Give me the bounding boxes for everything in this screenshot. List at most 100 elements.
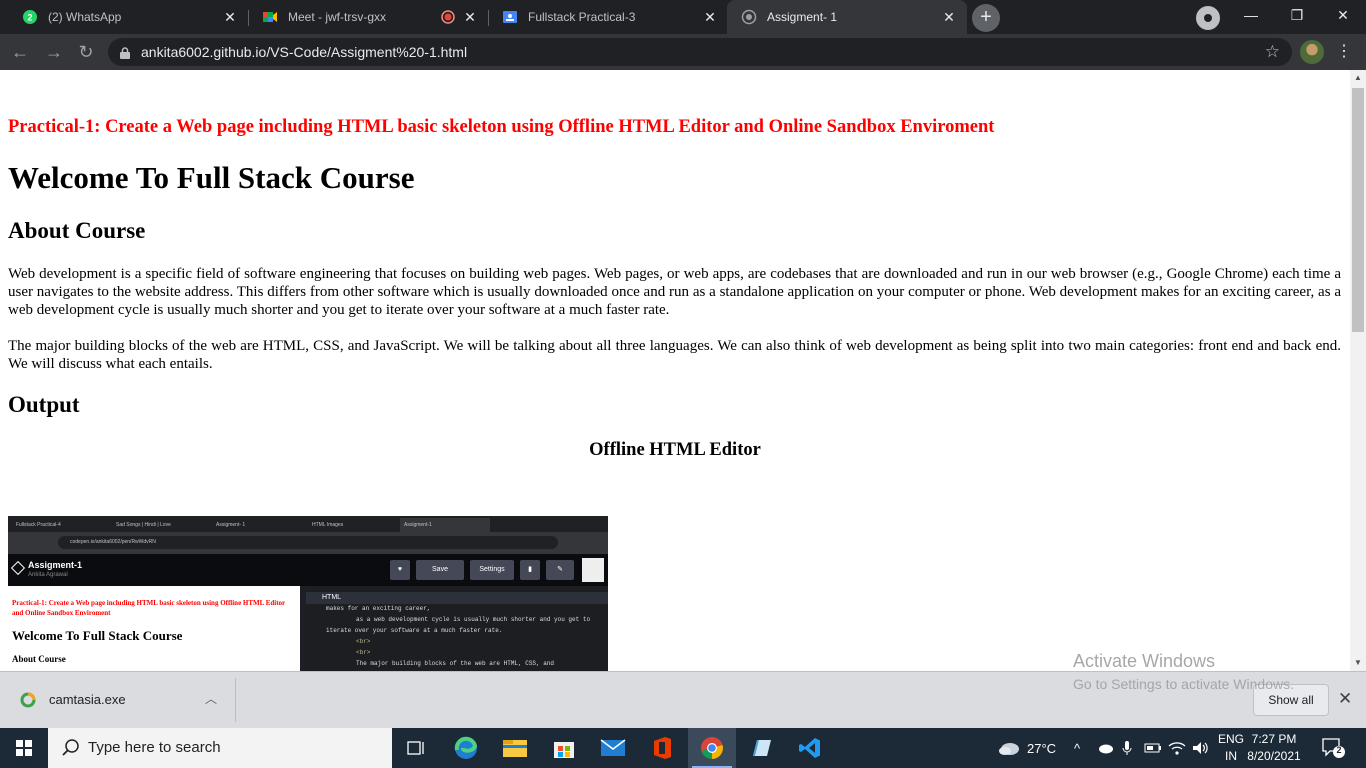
tray-overflow-icon[interactable]: ^ [1074, 728, 1080, 768]
about-paragraph-1: Web development is a specific field of s… [8, 266, 1341, 318]
region-code: IN [1225, 749, 1237, 763]
offline-editor-heading: Offline HTML Editor [589, 440, 761, 460]
weather-widget[interactable]: 27°C [998, 728, 1056, 768]
settings-button: Settings [470, 560, 514, 580]
preview-title: Welcome To Full Stack Course [12, 628, 183, 643]
tab-whatsapp[interactable]: 2 (2) WhatsApp ✕ [8, 0, 248, 34]
notification-center-icon[interactable]: 2 [1320, 736, 1346, 760]
activate-windows-title: Activate Windows [1073, 651, 1216, 671]
battery-icon[interactable] [1144, 728, 1162, 768]
pen-user: Ankita Agrawal [28, 572, 68, 578]
search-placeholder: Type here to search [88, 739, 221, 756]
wifi-icon[interactable] [1168, 728, 1186, 768]
activate-windows-subtitle: Go to Settings to activate Windows. [1073, 676, 1294, 692]
tab-fullstack-practical[interactable]: Fullstack Practical-3 ✕ [488, 0, 728, 34]
practical-heading: Practical-1: Create a Web page including… [8, 117, 995, 137]
windows-taskbar: Type here to search 27°C ^ ENG IN 7:27 P… [0, 728, 1366, 768]
download-item[interactable]: camtasia.exe ︿ [0, 678, 236, 722]
html-pane-header: HTML [306, 592, 608, 604]
minimize-icon[interactable]: — [1228, 0, 1274, 30]
whatsapp-icon: 2 [22, 9, 38, 25]
recording-icon [440, 9, 456, 25]
back-arrow-icon[interactable]: ← [8, 40, 32, 64]
tab-title: Fullstack Practical-3 [528, 10, 636, 24]
weather-temp: 27°C [1027, 740, 1057, 756]
close-download-bar-icon[interactable]: ✕ [1338, 689, 1352, 709]
output-screenshot-image: Fullstack Practical-4 Sad Songs | Hindi … [8, 516, 608, 671]
reload-icon[interactable]: ↻ [74, 40, 98, 64]
code-line: The major building blocks of the web are… [356, 660, 555, 667]
close-icon[interactable]: ✕ [702, 9, 718, 26]
chrome-icon[interactable] [688, 728, 736, 768]
edge-icon[interactable] [442, 728, 490, 768]
camtasia-file-icon [20, 691, 36, 709]
microphone-icon[interactable] [1122, 728, 1132, 768]
preview-subheading: About Course [12, 654, 66, 664]
screenshot-tab: Sad Songs | Hindi | Love [116, 522, 171, 528]
mail-icon[interactable] [589, 728, 637, 768]
page-viewport: Practical-1: Create a Web page including… [0, 70, 1350, 671]
clock-date: 8/20/2021 [1247, 749, 1301, 763]
page-scrollbar[interactable]: ▲ ▼ [1350, 70, 1366, 671]
window-close-icon[interactable]: ✕ [1320, 0, 1366, 30]
screenshot-tab-strip: Fullstack Practical-4 Sad Songs | Hindi … [8, 516, 608, 532]
office-icon[interactable] [638, 728, 686, 768]
tab-title: (2) WhatsApp [48, 10, 122, 24]
codepen-logo-icon [10, 560, 26, 576]
svg-text:2: 2 [27, 13, 32, 23]
microsoft-store-icon[interactable] [540, 728, 588, 768]
preview-practical-heading: Practical-1: Create a Web page including… [12, 599, 286, 617]
avatar [582, 558, 604, 582]
download-filename: camtasia.exe [49, 692, 126, 707]
volume-icon[interactable] [1192, 728, 1210, 768]
codepen-html-editor: HTML makes for an exciting career, as a … [306, 586, 608, 671]
screenshot-tab: Assigment-1 [400, 518, 490, 532]
chevron-up-icon[interactable]: ︿ [205, 690, 217, 707]
close-icon[interactable]: ✕ [941, 9, 957, 26]
screenshot-tab: HTML Images [312, 522, 344, 528]
onedrive-icon[interactable] [1096, 728, 1114, 768]
meet-icon [262, 9, 278, 25]
codepen-preview: Practical-1: Create a Web page including… [8, 586, 300, 671]
pin-icon: ✎ [546, 560, 574, 580]
pen-title: Assigment-1 [28, 560, 83, 570]
vscode-icon[interactable] [786, 728, 834, 768]
profile-avatar[interactable] [1300, 40, 1324, 64]
tab-meet[interactable]: Meet - jwf-trsv-gxx ✕ [248, 0, 488, 34]
screenshot-tab: Fullstack Practical-4 [16, 522, 61, 528]
restore-icon[interactable]: ❐ [1274, 0, 1320, 30]
taskbar-search-box[interactable]: Type here to search [48, 728, 392, 768]
scroll-up-icon[interactable]: ▲ [1350, 70, 1366, 86]
browser-menu-icon[interactable]: ⋮ [1336, 40, 1352, 64]
clock[interactable]: 7:27 PM 8/20/2021 [1247, 731, 1301, 765]
notepad-icon[interactable] [737, 728, 785, 768]
language-code: ENG [1217, 732, 1244, 746]
close-icon[interactable]: ✕ [222, 9, 238, 26]
new-tab-button[interactable]: + [972, 4, 1000, 32]
page-title: Welcome To Full Stack Course [8, 160, 415, 195]
browser-tab-strip: 2 (2) WhatsApp ✕ Meet - jwf-trsv-gxx ✕ F… [0, 0, 1366, 34]
heart-icon: ♥ [390, 560, 410, 580]
tab-assigment[interactable]: Assigment- 1 ✕ [727, 0, 967, 34]
address-bar[interactable]: ankita6002.github.io/VS-Code/Assigment%2… [108, 38, 1292, 66]
clock-time: 7:27 PM [1251, 732, 1297, 746]
code-line: makes for an exciting career, [326, 605, 431, 612]
task-view-icon[interactable] [392, 728, 440, 768]
output-heading: Output [8, 392, 80, 417]
screenshot-url: codepen.io/ankita6002/pen/RwWdvRN [58, 536, 558, 549]
save-button: Save [416, 560, 464, 580]
code-line: as a web development cycle is usually mu… [356, 616, 591, 623]
forward-arrow-icon[interactable]: → [42, 40, 66, 64]
scrollbar-thumb[interactable] [1352, 88, 1364, 332]
scroll-down-icon[interactable]: ▼ [1350, 655, 1366, 671]
language-indicator[interactable]: ENG IN [1216, 731, 1246, 765]
start-button[interactable] [0, 728, 48, 768]
classroom-icon [502, 9, 518, 25]
bookmark-star-icon[interactable]: ☆ [1265, 42, 1280, 62]
tab-title: Meet - jwf-trsv-gxx [288, 10, 387, 24]
notification-badge: 2 [1336, 745, 1342, 755]
file-explorer-icon[interactable] [491, 728, 539, 768]
close-icon[interactable]: ✕ [462, 9, 478, 26]
tab-search-icon[interactable] [1196, 6, 1220, 30]
screenshot-address-bar: codepen.io/ankita6002/pen/RwWdvRN [8, 532, 608, 554]
